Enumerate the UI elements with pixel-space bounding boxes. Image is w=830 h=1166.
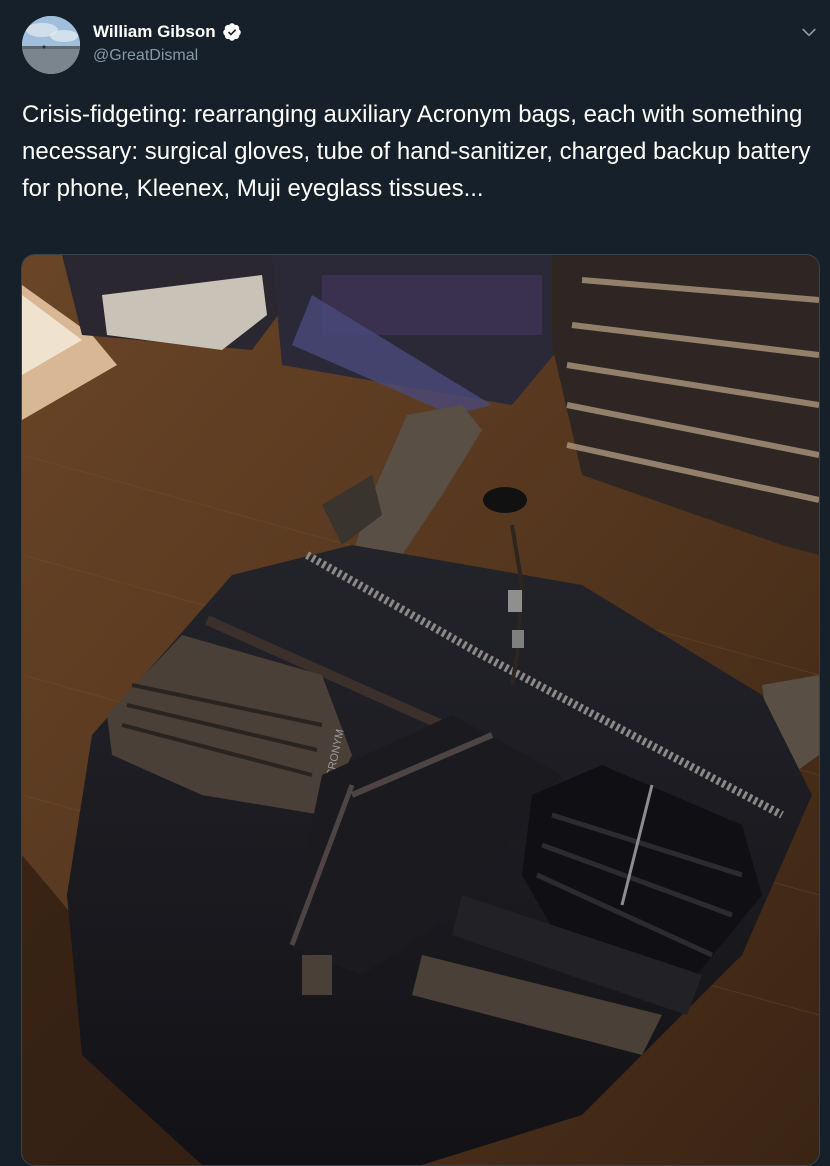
- tweet-photo[interactable]: ACRONYM: [21, 254, 820, 1166]
- verified-badge-icon: [222, 23, 241, 41]
- author-display-name[interactable]: William Gibson: [93, 22, 216, 42]
- avatar-photo: [22, 16, 80, 74]
- author-handle[interactable]: @GreatDismal: [93, 47, 198, 65]
- photo-bag-on-desk: ACRONYM: [22, 255, 819, 1165]
- tweet-text: Crisis-fidgeting: rearranging auxiliary …: [22, 101, 811, 202]
- chevron-down-icon[interactable]: [798, 22, 820, 42]
- tweet: William Gibson @GreatDismal Crisis-fidge…: [0, 0, 830, 1166]
- author-name-row: William Gibson: [93, 22, 242, 42]
- author-avatar[interactable]: [22, 16, 80, 74]
